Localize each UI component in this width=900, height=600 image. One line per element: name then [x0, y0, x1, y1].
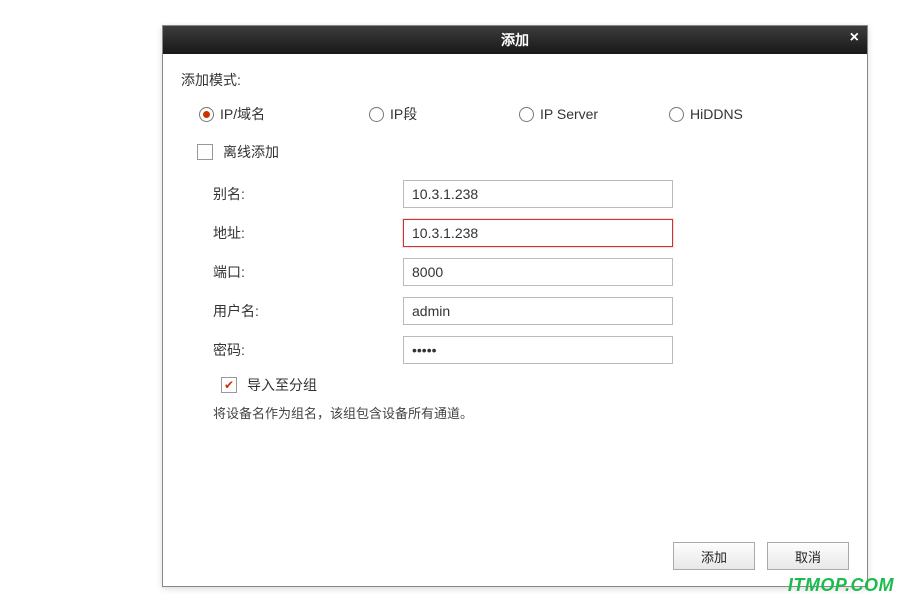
- import-group-label: 导入至分组: [247, 375, 317, 395]
- password-row: 密码:: [181, 336, 849, 364]
- alias-label: 别名:: [213, 184, 403, 204]
- password-label: 密码:: [213, 340, 403, 360]
- radio-ip-domain[interactable]: IP/域名: [181, 104, 369, 124]
- close-icon[interactable]: ×: [850, 30, 859, 46]
- address-row: 地址:: [181, 219, 849, 247]
- radio-hiddns[interactable]: HiDDNS: [669, 106, 819, 122]
- address-label: 地址:: [213, 223, 403, 243]
- cancel-button[interactable]: 取消: [767, 542, 849, 570]
- checkbox-icon: [197, 144, 213, 160]
- username-label: 用户名:: [213, 301, 403, 321]
- radio-label: IP Server: [540, 106, 598, 122]
- dialog-titlebar: 添加 ×: [163, 26, 867, 54]
- radio-icon: [669, 107, 684, 122]
- alias-input[interactable]: [403, 180, 673, 208]
- radio-ip-server[interactable]: IP Server: [519, 106, 669, 122]
- checkbox-icon: [221, 377, 237, 393]
- radio-icon: [369, 107, 384, 122]
- offline-add-label: 离线添加: [223, 142, 279, 162]
- password-input[interactable]: [403, 336, 673, 364]
- port-input[interactable]: [403, 258, 673, 286]
- radio-icon: [199, 107, 214, 122]
- port-label: 端口:: [213, 262, 403, 282]
- import-group-checkbox-row[interactable]: 导入至分组: [181, 375, 849, 395]
- alias-row: 别名:: [181, 180, 849, 208]
- add-mode-radio-group: IP/域名 IP段 IP Server HiDDNS: [181, 104, 849, 124]
- offline-add-checkbox-row[interactable]: 离线添加: [181, 142, 849, 162]
- dialog-body: 添加模式: IP/域名 IP段 IP Server HiDDNS 离线添加: [163, 54, 867, 530]
- watermark-text: ITMOP.COM: [788, 575, 894, 596]
- import-group-hint: 将设备名作为组名，该组包含设备所有通道。: [181, 403, 849, 422]
- radio-ip-segment[interactable]: IP段: [369, 104, 519, 124]
- radio-label: HiDDNS: [690, 106, 743, 122]
- add-device-dialog: 添加 × 添加模式: IP/域名 IP段 IP Server HiDDNS: [162, 25, 868, 587]
- username-row: 用户名:: [181, 297, 849, 325]
- username-input[interactable]: [403, 297, 673, 325]
- radio-label: IP段: [390, 104, 417, 124]
- port-row: 端口:: [181, 258, 849, 286]
- dialog-title: 添加: [501, 30, 529, 50]
- dialog-footer: 添加 取消: [163, 530, 867, 586]
- radio-icon: [519, 107, 534, 122]
- ok-button[interactable]: 添加: [673, 542, 755, 570]
- add-mode-label: 添加模式:: [181, 70, 849, 90]
- address-input[interactable]: [403, 219, 673, 247]
- radio-label: IP/域名: [220, 104, 265, 124]
